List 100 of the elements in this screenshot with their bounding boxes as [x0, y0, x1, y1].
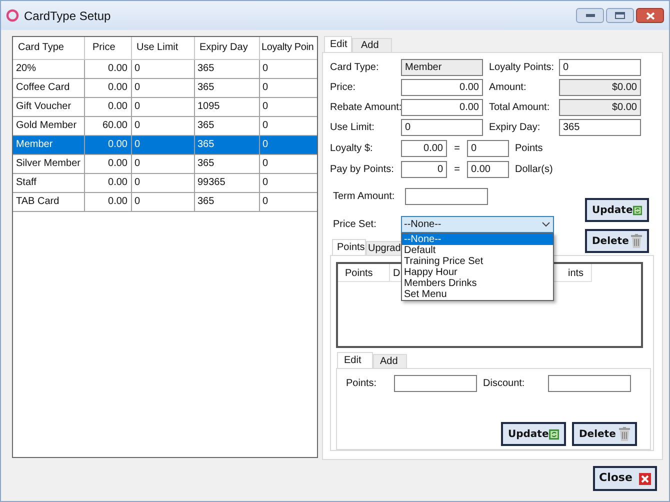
field-label: Term Amount: — [333, 190, 396, 204]
input-field[interactable]: 0 — [401, 161, 447, 178]
refresh-icon — [548, 428, 559, 440]
close-dialog-button[interactable]: Close — [593, 466, 657, 491]
table-cell: 1095 — [194, 97, 259, 116]
table-cell: 0 — [131, 192, 194, 211]
table-cell: TAB Card — [13, 192, 84, 211]
field-label: Amount: — [488, 81, 528, 95]
input-field[interactable]: 0.00 — [467, 161, 509, 178]
input-field[interactable] — [394, 375, 477, 392]
minimize-button[interactable] — [576, 8, 604, 23]
table-cell: 20% — [13, 59, 84, 78]
unit-label: Points — [514, 142, 543, 156]
table-cell: Staff — [13, 173, 84, 192]
input-field[interactable]: 365 — [559, 119, 641, 136]
input-field[interactable]: 0.00 — [401, 99, 483, 116]
equals-sign: = — [453, 163, 461, 177]
chevron-icon — [542, 222, 550, 227]
dropdown-option[interactable]: Training Price Set — [402, 256, 553, 267]
table-cell: Silver Member — [13, 154, 84, 173]
delete-button[interactable]: Delete — [585, 229, 649, 253]
input-field[interactable]: $0.00 — [559, 79, 641, 96]
table-cell: Gift Voucher — [13, 97, 84, 116]
delete-button[interactable]: Delete — [572, 422, 637, 446]
field-label: Price Set: — [333, 218, 378, 232]
table-cell: Coffee Card — [13, 78, 84, 97]
tab[interactable]: Add — [352, 38, 392, 52]
table-cell: 0.00 — [84, 78, 131, 97]
trash-icon — [631, 234, 642, 248]
update-button[interactable]: Update — [501, 422, 566, 446]
table-cell: 365 — [194, 78, 259, 97]
table-cell: 365 — [194, 154, 259, 173]
table-cell: 0 — [131, 154, 194, 173]
input-field[interactable]: Member — [401, 59, 483, 76]
field-label: Rebate Amount: — [330, 101, 401, 115]
dropdown-option[interactable]: Default — [402, 245, 553, 256]
column-header[interactable]: ints — [556, 264, 592, 282]
dropdown-option[interactable]: --None-- — [402, 234, 553, 245]
close-button[interactable] — [636, 8, 664, 23]
table-cell: Gold Member — [13, 116, 84, 135]
table-cell: 0.00 — [84, 97, 131, 116]
field-label: Total Amount: — [488, 101, 551, 115]
app-icon — [6, 9, 19, 22]
column-header[interactable]: Price — [84, 37, 131, 59]
field-label: Use Limit: — [330, 121, 376, 135]
field-label: Card Type: — [330, 61, 380, 75]
field-label: Loyalty Points: — [488, 61, 556, 75]
refresh-icon — [632, 204, 642, 216]
column-header[interactable]: Use Limit — [131, 37, 194, 59]
unit-label: Dollar(s) — [514, 163, 553, 177]
field-label: Discount: — [482, 377, 526, 391]
update-button[interactable]: Update — [585, 198, 649, 222]
dropdown-option[interactable]: Members Drinks — [402, 278, 553, 289]
input-field[interactable]: $0.00 — [559, 99, 641, 116]
table-cell: 99365 — [194, 173, 259, 192]
tab[interactable]: Add — [373, 354, 407, 368]
column-header[interactable]: Expiry Day — [194, 37, 259, 59]
table-cell: 365 — [194, 116, 259, 135]
table-cell: 0 — [131, 116, 194, 135]
column-header[interactable]: D — [390, 264, 402, 282]
table-cell: 0.00 — [84, 173, 131, 192]
equals-sign: = — [453, 142, 461, 156]
dropdown-option[interactable]: Set Menu — [402, 289, 553, 300]
table-cell: 0.00 — [84, 59, 131, 78]
table-cell: 0 — [131, 97, 194, 116]
tab[interactable]: Edit — [337, 352, 373, 368]
input-field[interactable] — [548, 375, 631, 392]
field-label: Points: — [346, 377, 378, 391]
table-cell: 0 — [131, 59, 194, 78]
table-cell: 0.00 — [84, 192, 131, 211]
table-cell: 60.00 — [84, 116, 131, 135]
table-cell: 365 — [194, 59, 259, 78]
tab[interactable]: Points — [332, 239, 366, 255]
dropdown-option[interactable]: Happy Hour — [402, 267, 553, 278]
field-label: Loyalty $: — [330, 142, 374, 156]
input-field[interactable]: 0.00 — [401, 79, 483, 96]
table-cell: 0.00 — [84, 154, 131, 173]
table-cell: 365 — [194, 192, 259, 211]
minimize-icon — [586, 14, 594, 17]
field-label: Price: — [330, 81, 357, 95]
table-cell: 0 — [131, 135, 194, 154]
input-field[interactable]: 0 — [559, 59, 641, 76]
field-label: Pay by Points: — [330, 163, 395, 177]
maximize-icon — [615, 12, 625, 19]
tab[interactable]: Edit — [324, 36, 352, 52]
column-header[interactable]: Points — [338, 264, 390, 282]
maximize-button[interactable] — [606, 8, 634, 23]
tab[interactable]: Upgrad — [366, 241, 402, 255]
table-cell: Member — [13, 135, 84, 154]
window-title: CardType Setup — [24, 8, 111, 24]
input-field[interactable]: 0 — [467, 140, 509, 157]
close-icon — [639, 472, 651, 484]
close-icon — [646, 12, 654, 20]
column-header[interactable]: Card Type — [13, 37, 84, 59]
input-field[interactable]: 0.00 — [401, 140, 447, 157]
table-cell: 0.00 — [84, 135, 131, 154]
table-cell: 0 — [131, 78, 194, 97]
term-amount-field[interactable] — [405, 188, 488, 205]
price-set-dropdown[interactable]: --None-- — [401, 216, 554, 233]
input-field[interactable]: 0 — [401, 119, 483, 136]
